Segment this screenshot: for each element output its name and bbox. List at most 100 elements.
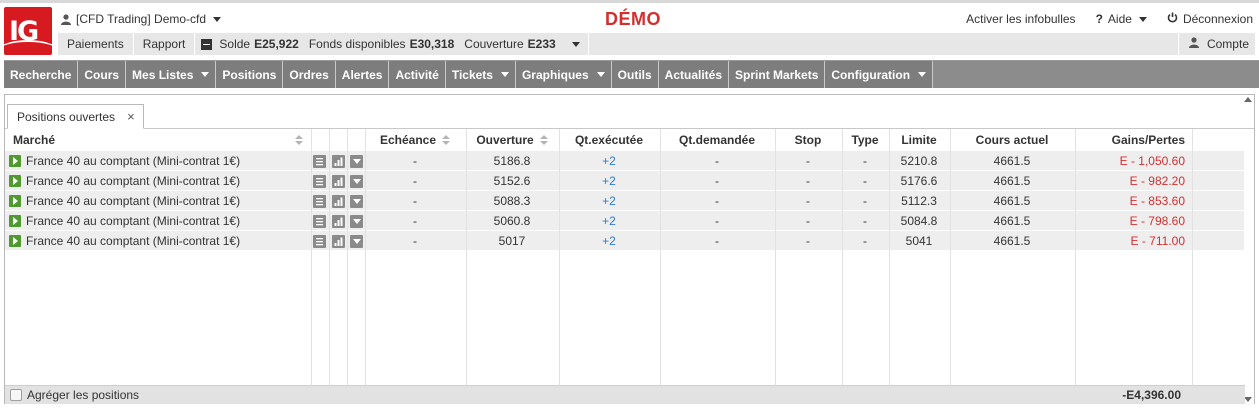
chevron-down-icon[interactable] xyxy=(350,174,363,188)
table-row[interactable]: France 40 au comptant (Mini-contrat 1€) -… xyxy=(5,151,1245,171)
nav-item-alertes[interactable]: Alertes xyxy=(335,61,390,88)
nav-item-graphiques[interactable]: Graphiques xyxy=(515,61,612,88)
chevron-down-icon[interactable] xyxy=(350,214,363,228)
aggregate-checkbox[interactable] xyxy=(10,389,22,401)
nav-item-outils[interactable]: Outils xyxy=(611,61,659,88)
infobulles-toggle[interactable]: Activer les infobulles xyxy=(966,12,1075,26)
menu-icon-cell[interactable] xyxy=(350,211,364,231)
details-icon[interactable] xyxy=(313,234,326,248)
account-summary[interactable]: Solde E25,922 Fonds disponibles E30,318 … xyxy=(195,33,589,55)
menu-icon-cell[interactable] xyxy=(350,231,364,251)
market-name: France 40 au comptant (Mini-contrat 1€) xyxy=(26,154,241,168)
details-icon-cell[interactable] xyxy=(313,211,327,231)
column-divider xyxy=(1075,129,1076,385)
column-divider xyxy=(347,129,348,385)
chart-icon-cell[interactable] xyxy=(332,231,346,251)
chart-icon[interactable] xyxy=(332,154,345,168)
col-market-label: Marché xyxy=(13,133,56,147)
details-icon[interactable] xyxy=(313,214,326,228)
scroll-up-icon[interactable] xyxy=(1244,97,1252,102)
col-limit[interactable]: Limite xyxy=(889,129,949,151)
play-icon[interactable] xyxy=(9,155,21,167)
chevron-down-icon[interactable] xyxy=(350,234,363,248)
col-pnl[interactable]: Gains/Pertes xyxy=(1075,129,1185,151)
tab-positions-ouvertes[interactable]: Positions ouvertes × xyxy=(7,104,144,129)
details-icon-cell[interactable] xyxy=(313,151,327,171)
nav-item-positions[interactable]: Positions xyxy=(216,61,284,88)
details-icon[interactable] xyxy=(313,174,326,188)
vertical-scrollbar[interactable] xyxy=(1244,129,1254,404)
nav-item-cours[interactable]: Cours xyxy=(78,61,127,88)
chart-icon[interactable] xyxy=(332,174,345,188)
payments-button[interactable]: Paiements xyxy=(58,33,134,55)
market-cell[interactable]: France 40 au comptant (Mini-contrat 1€) xyxy=(5,231,305,251)
nav-item-mes-listes[interactable]: Mes Listes xyxy=(126,61,217,88)
nav-item-configuration[interactable]: Configuration xyxy=(825,61,934,88)
menu-icon-cell[interactable] xyxy=(350,151,364,171)
chart-icon-cell[interactable] xyxy=(332,171,346,191)
market-cell[interactable]: France 40 au comptant (Mini-contrat 1€) xyxy=(5,211,305,231)
col-qty-exec[interactable]: Qt.exécutée xyxy=(559,129,659,151)
chevron-down-icon[interactable] xyxy=(350,194,363,208)
details-icon-cell[interactable] xyxy=(313,191,327,211)
col-qty-req[interactable]: Qt.demandée xyxy=(660,129,774,151)
play-icon[interactable] xyxy=(9,215,21,227)
report-button[interactable]: Rapport xyxy=(134,33,196,55)
chevron-glyph xyxy=(353,198,361,204)
sort-icon[interactable] xyxy=(442,134,451,146)
details-icon-cell[interactable] xyxy=(313,231,327,251)
logout-button[interactable]: Déconnexion xyxy=(1167,12,1253,26)
col-type[interactable]: Type xyxy=(842,129,888,151)
positions-panel: Positions ouvertes × Marché Echéance Ouv… xyxy=(4,94,1255,404)
details-icon[interactable] xyxy=(313,154,326,168)
table-row[interactable]: France 40 au comptant (Mini-contrat 1€) -… xyxy=(5,211,1245,231)
chevron-down-icon[interactable] xyxy=(350,154,363,168)
account-menu[interactable]: Compte xyxy=(1177,33,1255,55)
table-row[interactable]: France 40 au comptant (Mini-contrat 1€) -… xyxy=(5,231,1245,251)
account-selector[interactable]: [CFD Trading] Demo-cfd xyxy=(61,10,222,28)
col-expiry[interactable]: Echéance xyxy=(365,129,465,151)
play-icon[interactable] xyxy=(9,175,21,187)
nav-item-actualit-s[interactable]: Actualités xyxy=(658,61,730,88)
help-menu[interactable]: ? Aide xyxy=(1096,12,1147,26)
market-cell[interactable]: France 40 au comptant (Mini-contrat 1€) xyxy=(5,151,305,171)
nav-item-recherche[interactable]: Recherche xyxy=(4,61,79,88)
play-icon[interactable] xyxy=(9,235,21,247)
opening-cell: 5017 xyxy=(498,234,526,248)
play-icon[interactable] xyxy=(9,195,21,207)
chart-icon-cell[interactable] xyxy=(332,151,346,171)
power-icon xyxy=(1167,12,1178,26)
col-market[interactable]: Marché xyxy=(13,129,303,151)
table-row[interactable]: France 40 au comptant (Mini-contrat 1€) -… xyxy=(5,171,1245,191)
close-icon[interactable]: × xyxy=(127,109,135,124)
nav-item-activit-[interactable]: Activité xyxy=(389,61,446,88)
nav-item-ordres[interactable]: Ordres xyxy=(283,61,336,88)
market-cell[interactable]: France 40 au comptant (Mini-contrat 1€) xyxy=(5,191,305,211)
chart-icon[interactable] xyxy=(332,194,345,208)
nav-item-tickets[interactable]: Tickets xyxy=(445,61,516,88)
nav-item-label: Sprint Markets xyxy=(735,67,819,82)
col-opening[interactable]: Ouverture xyxy=(466,129,558,151)
nav-item-sprint-markets[interactable]: Sprint Markets xyxy=(729,61,826,88)
table-row[interactable]: France 40 au comptant (Mini-contrat 1€) -… xyxy=(5,191,1245,211)
collapse-icon[interactable] xyxy=(201,38,213,50)
details-icon[interactable] xyxy=(313,194,326,208)
type-cell: - xyxy=(863,174,867,188)
sort-icon[interactable] xyxy=(295,134,303,146)
market-cell[interactable]: France 40 au comptant (Mini-contrat 1€) xyxy=(5,171,305,191)
chart-icon-cell[interactable] xyxy=(332,191,346,211)
sort-icon[interactable] xyxy=(539,134,548,146)
account-selector-label: [CFD Trading] Demo-cfd xyxy=(76,12,207,26)
expiry-cell: - xyxy=(413,214,417,228)
menu-icon-cell[interactable] xyxy=(350,171,364,191)
col-current[interactable]: Cours actuel xyxy=(950,129,1074,151)
chart-icon-cell[interactable] xyxy=(332,211,346,231)
chart-icon[interactable] xyxy=(332,214,345,228)
opening-cell: 5186.8 xyxy=(493,154,531,168)
col-stop[interactable]: Stop xyxy=(775,129,841,151)
menu-icon-cell[interactable] xyxy=(350,191,364,211)
current-cell: 4661.5 xyxy=(993,154,1031,168)
scroll-down-icon[interactable] xyxy=(1244,397,1252,402)
chart-icon[interactable] xyxy=(332,234,345,248)
details-icon-cell[interactable] xyxy=(313,171,327,191)
